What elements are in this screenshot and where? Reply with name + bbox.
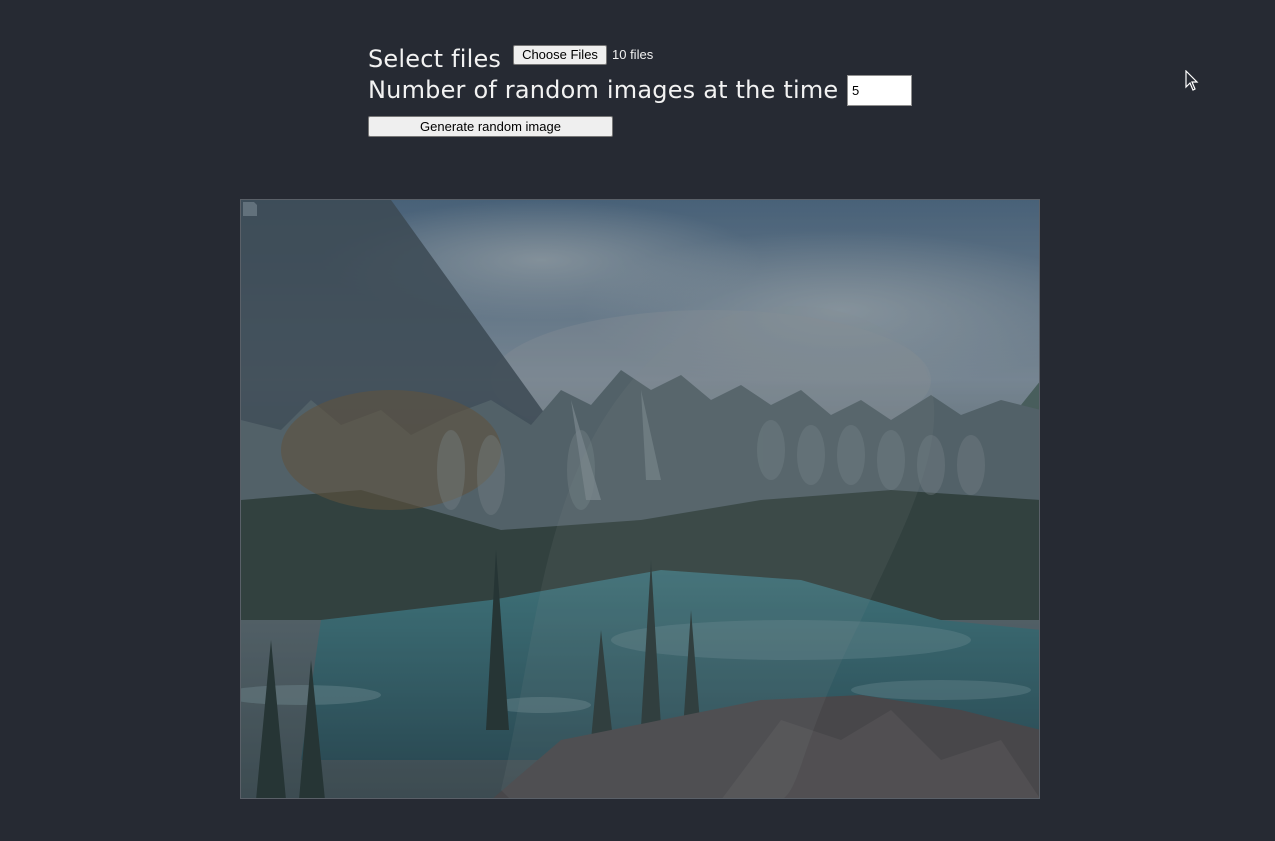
blended-landscape-image [241, 200, 1039, 798]
choose-files-button[interactable]: Choose Files [513, 45, 607, 65]
page: Select files Choose Files 10 files Numbe… [0, 0, 1275, 841]
mouse-cursor-icon [1185, 69, 1199, 96]
select-files-label: Select files [368, 45, 502, 73]
broken-image-icon [243, 202, 257, 216]
file-count-status: 10 files [612, 47, 654, 62]
generated-image-canvas [240, 199, 1040, 799]
generate-random-image-button[interactable]: Generate random image [368, 116, 613, 137]
image-count-label: Number of random images at the time [368, 76, 839, 104]
image-count-input[interactable] [847, 75, 912, 106]
